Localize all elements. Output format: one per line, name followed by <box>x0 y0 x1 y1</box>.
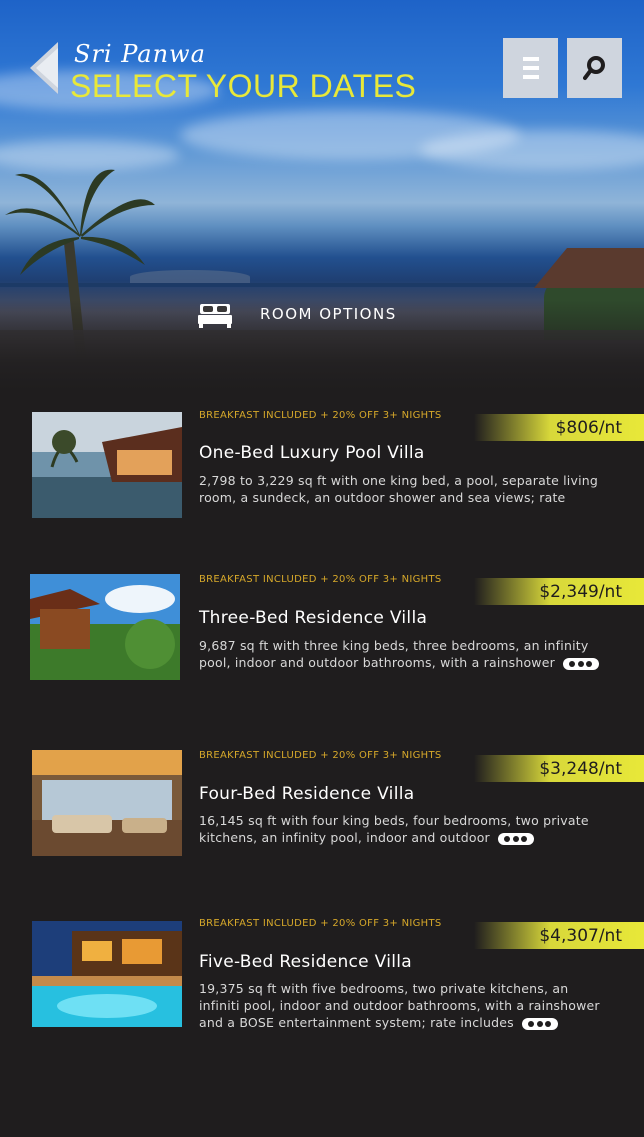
promo-text: BREAKFAST INCLUDED + 20% OFF 3+ NIGHTS <box>199 750 442 761</box>
room-thumbnail[interactable] <box>32 750 182 856</box>
cloud <box>420 130 644 170</box>
page-title: SELECT YOUR DATES <box>70 68 417 104</box>
room-options-heading: ROOM OPTIONS <box>198 300 397 328</box>
more-button[interactable] <box>521 1017 558 1030</box>
price-tag: $2,349/nt <box>474 578 644 605</box>
room-card[interactable]: BREAKFAST INCLUDED + 20% OFF 3+ NIGHTS $… <box>0 410 644 540</box>
price-value: $2,349/nt <box>539 581 622 602</box>
price-value: $806/nt <box>555 417 622 438</box>
more-button[interactable] <box>497 832 534 845</box>
search-icon <box>582 56 605 80</box>
room-description-text: 2,798 to 3,229 sq ft with one king bed, … <box>199 473 599 505</box>
room-name[interactable]: Four-Bed Residence Villa <box>199 784 414 804</box>
room-card[interactable]: BREAKFAST INCLUDED + 20% OFF 3+ NIGHTS $… <box>0 918 644 1048</box>
room-name[interactable]: One-Bed Luxury Pool Villa <box>199 443 425 463</box>
promo-text: BREAKFAST INCLUDED + 20% OFF 3+ NIGHTS <box>199 918 442 929</box>
room-description: 16,145 sq ft with four king beds, four b… <box>199 812 599 846</box>
palm-tree-icon <box>5 169 155 275</box>
bed-icon <box>198 304 232 328</box>
room-thumbnail[interactable] <box>32 412 182 518</box>
more-button[interactable] <box>562 657 599 670</box>
room-card[interactable]: BREAKFAST INCLUDED + 20% OFF 3+ NIGHTS $… <box>0 574 644 704</box>
room-name[interactable]: Five-Bed Residence Villa <box>199 952 412 972</box>
room-description-text: 9,687 sq ft with three king beds, three … <box>199 638 589 670</box>
search-button[interactable] <box>567 38 622 98</box>
price-value: $3,248/nt <box>539 758 622 779</box>
room-description: 2,798 to 3,229 sq ft with one king bed, … <box>199 472 619 506</box>
page-subtitle: Sri Panwa <box>74 40 206 68</box>
back-button[interactable] <box>30 42 60 94</box>
menu-button[interactable] <box>503 38 558 98</box>
room-description: 19,375 sq ft with five bedrooms, two pri… <box>199 980 609 1031</box>
price-value: $4,307/nt <box>539 925 622 946</box>
hamburger-icon <box>522 57 539 79</box>
room-options-label: ROOM OPTIONS <box>260 305 397 323</box>
price-tag: $4,307/nt <box>474 922 644 949</box>
room-name[interactable]: Three-Bed Residence Villa <box>199 608 427 628</box>
price-tag: $3,248/nt <box>474 755 644 782</box>
room-description: 9,687 sq ft with three king beds, three … <box>199 637 599 671</box>
chevron-left-icon <box>30 42 58 94</box>
villa-roof <box>534 248 644 288</box>
room-thumbnail[interactable] <box>32 921 182 1027</box>
room-thumbnail[interactable] <box>30 574 180 680</box>
price-tag: $806/nt <box>474 414 644 441</box>
promo-text: BREAKFAST INCLUDED + 20% OFF 3+ NIGHTS <box>199 410 442 421</box>
promo-text: BREAKFAST INCLUDED + 20% OFF 3+ NIGHTS <box>199 574 442 585</box>
room-card[interactable]: BREAKFAST INCLUDED + 20% OFF 3+ NIGHTS $… <box>0 750 644 880</box>
